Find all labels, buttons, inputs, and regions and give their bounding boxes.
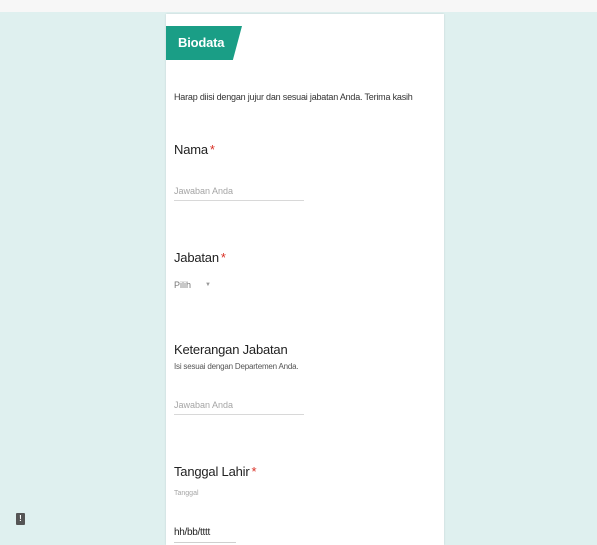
dropdown-arrow-icon: ▼ — [205, 282, 211, 288]
required-asterisk: * — [220, 250, 226, 265]
jabatan-dropdown-value: Pilih — [174, 280, 192, 290]
question-title-keterangan: Keterangan Jabatan — [174, 342, 288, 357]
keterangan-input[interactable] — [174, 396, 304, 415]
form-card: Biodata Diri Harap diisi dengan jujur da… — [166, 14, 444, 545]
question-title-tanggal: Tanggal Lahir * — [174, 464, 257, 479]
section-description: Harap diisi dengan jujur dan sesuai jaba… — [174, 92, 413, 102]
tanggal-date-input[interactable]: hh/bb/tttt — [174, 524, 236, 543]
question-title-keterangan-label: Keterangan Jabatan — [174, 342, 288, 357]
question-title-jabatan-label: Jabatan — [174, 250, 219, 265]
report-feedback-icon[interactable]: ! — [16, 513, 25, 525]
question-help-keterangan: Isi sesuai dengan Departemen Anda. — [174, 362, 299, 371]
nama-input[interactable] — [174, 182, 304, 201]
question-title-nama-label: Nama — [174, 142, 208, 157]
question-title-jabatan: Jabatan * — [174, 250, 226, 265]
jabatan-dropdown[interactable]: Pilih ▼ — [174, 276, 211, 294]
required-asterisk: * — [251, 464, 257, 479]
date-sub-label: Tanggal — [174, 490, 199, 497]
top-bar — [0, 0, 597, 12]
question-title-tanggal-label: Tanggal Lahir — [174, 464, 250, 479]
question-title-nama: Nama * — [174, 142, 215, 157]
required-asterisk: * — [209, 142, 215, 157]
section-title-banner: Biodata Diri — [166, 26, 242, 60]
